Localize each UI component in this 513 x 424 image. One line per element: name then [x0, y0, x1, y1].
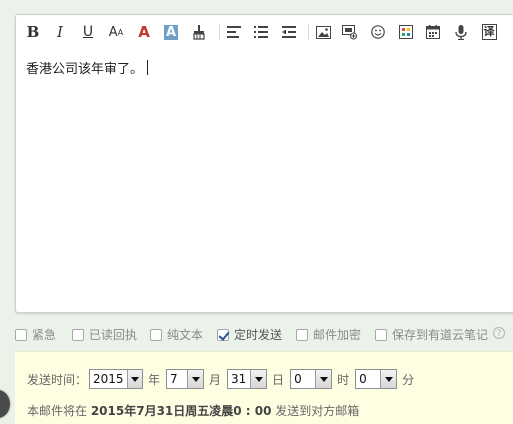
- screenshot-icon[interactable]: [339, 23, 361, 41]
- insert-image-icon[interactable]: [312, 23, 334, 41]
- clear-format-brush-icon[interactable]: [188, 23, 210, 41]
- dropdown-arrow-icon: [380, 370, 397, 388]
- align-left-icon[interactable]: [223, 23, 245, 41]
- send-time-label: 发送时间：: [27, 372, 88, 387]
- day-unit: 日: [272, 372, 285, 387]
- notice-prefix: 本邮件将在: [27, 404, 91, 418]
- scheduled-send-option[interactable]: 定时发送: [217, 326, 282, 343]
- schedule-notice: 本邮件将在 2015年7月31日周五凌晨0 : 00 发送到对方邮箱: [27, 402, 359, 419]
- encrypt-checkbox[interactable]: [296, 328, 308, 341]
- toolbar-divider: [308, 24, 309, 40]
- plain-text-label: 纯文本: [167, 328, 204, 342]
- minute-select[interactable]: 0: [355, 369, 398, 389]
- month-select[interactable]: 7: [166, 369, 205, 389]
- scheduled-send-checkbox[interactable]: [217, 328, 229, 341]
- highlight-color-icon[interactable]: A: [160, 23, 182, 41]
- microphone-icon[interactable]: [450, 23, 472, 41]
- message-body-text: 香港公司该年审了。: [26, 62, 144, 77]
- plain-text-option[interactable]: 纯文本: [150, 326, 203, 343]
- year-unit: 年: [148, 372, 161, 387]
- calendar-icon[interactable]: [422, 23, 444, 41]
- toolbar-divider: [219, 24, 220, 40]
- outdent-icon[interactable]: [278, 23, 300, 41]
- bulleted-list-icon[interactable]: [250, 23, 272, 41]
- urgent-checkbox[interactable]: [15, 328, 27, 341]
- notice-suffix: 发送到对方邮箱: [271, 404, 360, 418]
- underline-icon[interactable]: U: [77, 23, 99, 41]
- stationery-icon[interactable]: [395, 23, 417, 41]
- save-to-cloud-note-option[interactable]: 保存到有道云笔记: [375, 326, 488, 343]
- translate-icon[interactable]: 译: [478, 23, 500, 41]
- month-value: 7: [170, 372, 178, 386]
- dropdown-arrow-icon: [315, 370, 332, 388]
- minute-unit: 分: [402, 372, 415, 387]
- font-size-icon[interactable]: AA: [105, 23, 127, 41]
- editor-toolbar: B I U AA A A 译: [16, 15, 513, 49]
- font-color-icon[interactable]: A: [133, 23, 155, 41]
- message-body[interactable]: 香港公司该年审了。: [26, 58, 149, 77]
- hour-unit: 时: [337, 372, 350, 387]
- schedule-panel: 发送时间： 2015 年 7 月 31 日 0 时 0 分 本邮件将在 2015…: [15, 351, 513, 424]
- dropdown-arrow-icon: [250, 370, 267, 388]
- urgent-option[interactable]: 紧急: [15, 326, 56, 343]
- hour-select[interactable]: 0: [290, 369, 333, 389]
- italic-icon[interactable]: I: [49, 23, 71, 41]
- save-to-cloud-note-label: 保存到有道云笔记: [392, 328, 489, 342]
- month-unit: 月: [209, 372, 222, 387]
- plain-text-checkbox[interactable]: [150, 328, 162, 341]
- read-receipt-option[interactable]: 已读回执: [72, 326, 137, 343]
- save-to-cloud-note-checkbox[interactable]: [375, 328, 387, 341]
- dropdown-arrow-icon: [126, 370, 143, 388]
- help-icon[interactable]: ?: [493, 327, 505, 339]
- floating-round-handle[interactable]: [0, 390, 10, 418]
- send-options: 紧急 已读回执 纯文本 定时发送 邮件加密 保存到有道云笔记: [15, 326, 513, 344]
- text-caret: [147, 60, 149, 75]
- dropdown-arrow-icon: [187, 370, 204, 388]
- read-receipt-checkbox[interactable]: [72, 328, 84, 341]
- encrypt-label: 邮件加密: [313, 328, 362, 342]
- hour-value: 0: [294, 372, 302, 386]
- minute-value: 0: [359, 372, 367, 386]
- day-select[interactable]: 31: [227, 369, 268, 389]
- notice-time: 2015年7月31日周五凌晨0 : 00: [90, 404, 272, 418]
- day-value: 31: [231, 372, 247, 386]
- bold-icon[interactable]: B: [22, 23, 44, 41]
- urgent-label: 紧急: [32, 328, 57, 342]
- year-select[interactable]: 2015: [89, 369, 144, 389]
- emoji-icon[interactable]: [367, 23, 389, 41]
- rich-text-editor[interactable]: B I U AA A A 译 香港公司该年审了。: [15, 14, 513, 313]
- scheduled-send-label: 定时发送: [234, 328, 283, 342]
- year-value: 2015: [93, 372, 124, 386]
- schedule-time-row: 发送时间： 2015 年 7 月 31 日 0 时 0 分: [27, 368, 414, 390]
- encrypt-option[interactable]: 邮件加密: [296, 326, 361, 343]
- read-receipt-label: 已读回执: [89, 328, 138, 342]
